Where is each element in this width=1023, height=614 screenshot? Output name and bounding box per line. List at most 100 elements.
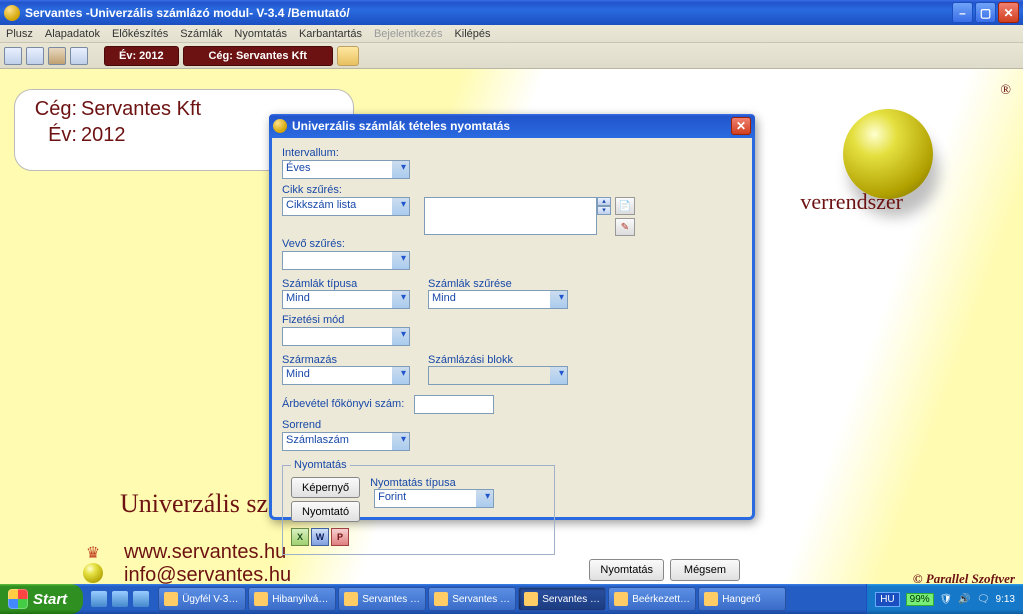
task-label: Servantes … [542,594,600,605]
task-icon [344,592,358,606]
taskbar-task[interactable]: Servantes … [518,587,606,611]
company-pill[interactable]: Cég: Servantes Kft [183,46,333,66]
crown-icon: ♛ [78,543,108,583]
task-icon [254,592,268,606]
menu-alapadatok[interactable]: Alapadatok [45,28,100,40]
cikk-listbox[interactable] [424,197,597,235]
print-ok-button[interactable]: Nyomtatás [589,559,664,581]
menubar: Plusz Alapadatok Előkészítés Számlák Nyomtat… [0,25,1023,43]
menu-bejelentkezés: Bejelentkezés [374,28,443,40]
export-pdf-icon[interactable]: P [331,528,349,546]
tray-icon-1[interactable]: 🛡 [940,594,953,605]
maximize-button[interactable]: ▢ [975,2,996,23]
sorrend-label: Sorrend [282,419,742,431]
start-label: Start [33,591,67,608]
taskbar-task[interactable]: Ügyfél V-3… [158,587,246,611]
task-icon [614,592,628,606]
ql-desktop-icon[interactable] [112,591,128,607]
card-year-label: Év: [29,122,77,148]
window-title: Servantes -Univerzális számlázó modul- V… [25,6,350,20]
vevo-label: Vevő szűrés: [282,238,742,250]
taskbar-task[interactable]: Beérkezett… [608,587,696,611]
arbevetel-label: Árbevétel főkönyvi szám: [282,398,404,410]
nytipus-combo[interactable]: Forint [374,489,494,508]
menu-kilépés[interactable]: Kilépés [454,28,490,40]
brand-univerzalis: Univerzális sz [120,489,268,519]
task-label: Hibanyilvá… [272,594,328,605]
toolbar-btn-3[interactable] [48,47,66,65]
brand-links: www.servantes.hu info@servantes.hu [124,541,291,587]
blokk-combo [428,366,568,385]
clock[interactable]: 9:13 [996,594,1015,605]
tray-icon-3[interactable]: 🗨 [977,594,990,605]
window-title-bar: Servantes -Univerzális számlázó modul- V… [0,0,1023,25]
task-label: Servantes … [362,594,420,605]
brand-sphere [843,109,933,199]
toolbar-btn-4[interactable] [70,47,88,65]
fizmod-label: Fizetési mód [282,314,742,326]
kepernyo-button[interactable]: Képernyő [291,477,360,498]
dialog-title: Univerzális számlák tételes nyomtatás [292,119,510,133]
toolbar: Év: 2012 Cég: Servantes Kft [0,43,1023,69]
start-button[interactable]: Start [0,584,83,614]
menu-előkészítés[interactable]: Előkészítés [112,28,168,40]
menu-számlák[interactable]: Számlák [180,28,222,40]
year-pill[interactable]: Év: 2012 [104,46,179,66]
brand-slogan: verrendszer [800,189,903,215]
task-label: Ügyfél V-3… [182,594,238,605]
szures-combo[interactable]: Mind [428,290,568,309]
toolbar-btn-2[interactable] [26,47,44,65]
fizmod-combo[interactable] [282,327,410,346]
cikk-label: Cikk szűrés: [282,184,742,196]
tipus-combo[interactable]: Mind [282,290,410,309]
ql-ie-icon[interactable] [91,591,107,607]
close-button[interactable]: ✕ [998,2,1019,23]
tray-icon-2[interactable]: 🔊 [958,594,970,605]
nyomtato-button[interactable]: Nyomtató [291,501,360,522]
cikk-add-button[interactable]: 📄 [615,197,635,215]
minimize-button[interactable]: – [952,2,973,23]
ql-app-icon[interactable] [133,591,149,607]
sorrend-combo[interactable]: Számlaszám [282,432,410,451]
menu-karbantartás[interactable]: Karbantartás [299,28,362,40]
app-icon [4,5,20,21]
nytipus-label: Nyomtatás típusa [370,477,456,489]
intervallum-combo[interactable]: Éves [282,160,410,179]
taskbar-task[interactable]: Hangerő [698,587,786,611]
task-icon [524,592,538,606]
blokk-label: Számlázási blokk [428,354,513,366]
taskbar: Start Ügyfél V-3… Hibanyilvá… Servantes … S… [0,584,1023,614]
nyomtatas-legend: Nyomtatás [291,459,350,471]
toolbar-btn-1[interactable] [4,47,22,65]
cikk-spin-up[interactable]: ▴ [597,197,611,206]
cikk-combo[interactable]: Cikkszám lista [282,197,410,216]
brand-web: www.servantes.hu [124,541,291,564]
cikk-edit-button[interactable]: ✎ [615,218,635,236]
export-doc-icon[interactable]: W [311,528,329,546]
battery-indicator[interactable]: 99% [906,593,934,606]
print-cancel-button[interactable]: Mégsem [670,559,740,581]
arbevetel-input[interactable] [414,395,494,414]
dialog-close-button[interactable]: ✕ [731,117,751,135]
print-dialog: Univerzális számlák tételes nyomtatás ✕ … [269,114,755,520]
taskbar-task[interactable]: Servantes … [338,587,426,611]
export-xls-icon[interactable]: X [291,528,309,546]
system-tray: HU 99% 🛡 🔊 🗨 9:13 [866,584,1023,614]
card-company-label: Cég: [29,96,77,122]
taskbar-task[interactable]: Servantes … [428,587,516,611]
dialog-title-bar[interactable]: Univerzális számlák tételes nyomtatás ✕ [269,114,755,138]
language-indicator[interactable]: HU [875,592,899,607]
szarmazas-combo[interactable]: Mind [282,366,410,385]
task-label: Hangerő [722,594,760,605]
task-icon [704,592,718,606]
vevo-combo[interactable] [282,251,410,270]
szures-label: Számlák szűrése [428,278,512,290]
taskbar-task[interactable]: Hibanyilvá… [248,587,336,611]
menu-plusz[interactable]: Plusz [6,28,33,40]
windows-logo-icon [8,589,28,609]
menu-nyomtatás[interactable]: Nyomtatás [234,28,287,40]
company-icon[interactable] [337,46,359,66]
cikk-spin-down[interactable]: ▾ [597,206,611,215]
registered-mark: ® [1000,83,1011,98]
quick-launch [83,584,157,614]
